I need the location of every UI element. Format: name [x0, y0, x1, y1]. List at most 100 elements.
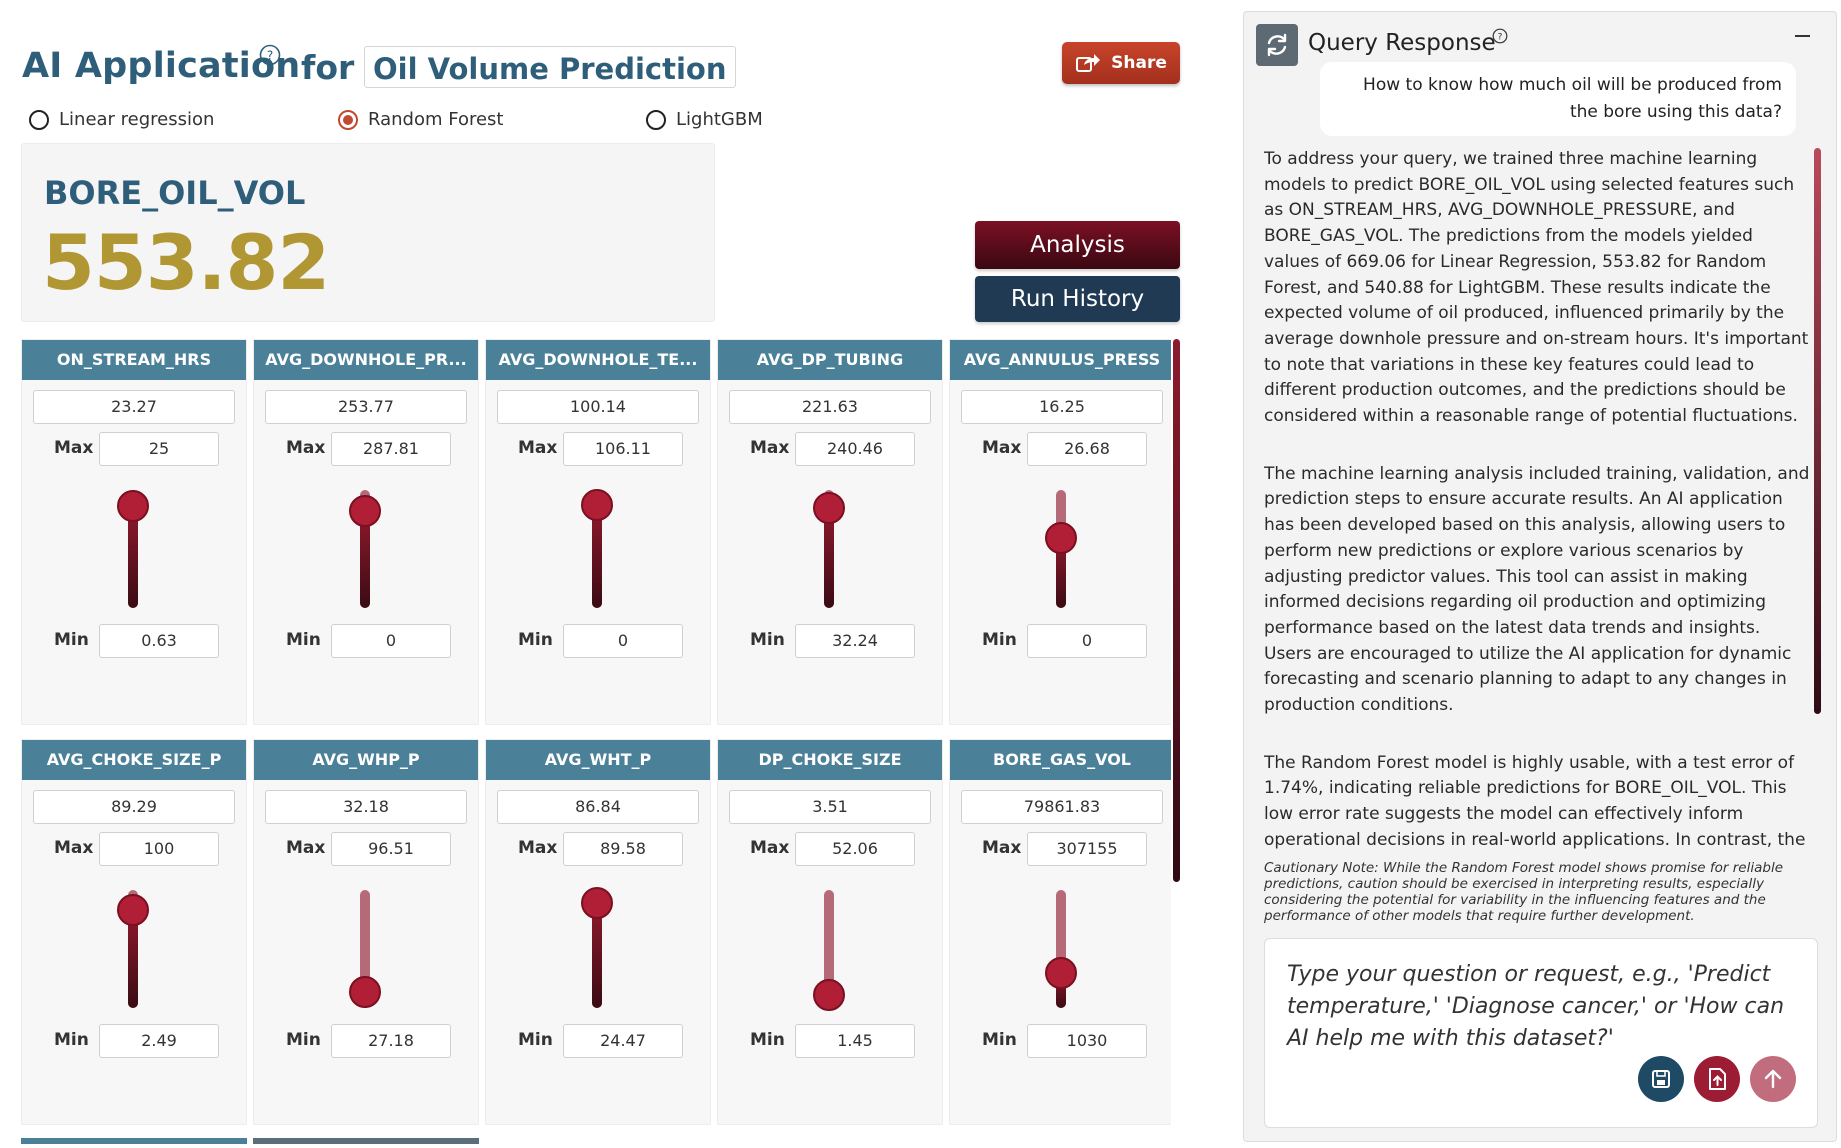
min-value-input[interactable]: 27.18: [331, 1024, 451, 1058]
feature-slider-track[interactable]: [1056, 890, 1066, 1008]
feature-name: AVG_DOWNHOLE_PR...: [254, 340, 478, 380]
feature-name: DP_CHOKE_SIZE: [718, 740, 942, 780]
info-icon[interactable]: ?: [1492, 28, 1508, 44]
feature-value-input[interactable]: 221.63: [729, 390, 931, 424]
feature-card: AVG_DP_TUBING 221.63 Max 240.46 Min 32.24: [717, 339, 943, 725]
feature-card: AVG_DOWNHOLE_TE... 100.14 Max 106.11 Min 0: [485, 339, 711, 725]
share-button[interactable]: Share: [1062, 42, 1180, 84]
feature-value-input[interactable]: 253.77: [265, 390, 467, 424]
prediction-target-label: BORE_OIL_VOL: [44, 174, 306, 212]
min-label: Min: [54, 1030, 89, 1050]
feature-value-input[interactable]: 16.25: [961, 390, 1163, 424]
feature-card: AVG_DOWNHOLE_PR... 253.77 Max 287.81 Min 0: [253, 339, 479, 725]
model-radio-linear-regression[interactable]: Linear regression: [29, 109, 214, 130]
max-label: Max: [750, 438, 790, 458]
save-button[interactable]: [1638, 1056, 1684, 1102]
model-radio-lightgbm[interactable]: LightGBM: [646, 109, 763, 130]
feature-slider-handle[interactable]: [117, 490, 149, 522]
feature-slider-handle[interactable]: [581, 489, 613, 521]
info-icon[interactable]: ?: [259, 44, 281, 66]
model-label: Random Forest: [368, 109, 504, 130]
feature-value-input[interactable]: 89.29: [33, 790, 235, 824]
app-name-field[interactable]: Oil Volume Prediction: [364, 46, 736, 88]
feature-card: AVG_WHP_P 32.18 Max 96.51 Min 27.18: [253, 739, 479, 1125]
min-value-input[interactable]: 0: [331, 624, 451, 658]
min-value-input[interactable]: 24.47: [563, 1024, 683, 1058]
run-history-button[interactable]: Run History: [975, 276, 1180, 322]
min-value-input[interactable]: 32.24: [795, 624, 915, 658]
min-label: Min: [518, 630, 553, 650]
feature-name: AVG_DP_TUBING: [718, 340, 942, 380]
feature-value-input[interactable]: 79861.83: [961, 790, 1163, 824]
min-label: Min: [982, 630, 1017, 650]
feature-slider-handle[interactable]: [349, 495, 381, 527]
feature-slider-handle[interactable]: [581, 887, 613, 919]
max-value-input[interactable]: 106.11: [563, 432, 683, 466]
response-scrollbar[interactable]: [1814, 148, 1821, 714]
max-label: Max: [982, 838, 1022, 858]
query-input[interactable]: Type your question or request, e.g., 'Pr…: [1264, 938, 1818, 1128]
query-response-panel: Query Response ? How to know how much oi…: [1243, 11, 1837, 1142]
feature-slider-handle[interactable]: [1045, 522, 1077, 554]
feature-value-input[interactable]: 32.18: [265, 790, 467, 824]
min-value-input[interactable]: 0.63: [99, 624, 219, 658]
file-upload-icon: [1709, 1068, 1726, 1090]
min-value-input[interactable]: 0: [1027, 624, 1147, 658]
max-label: Max: [54, 438, 94, 458]
minimize-button[interactable]: [1792, 25, 1814, 47]
feature-value-input[interactable]: 23.27: [33, 390, 235, 424]
for-label: for: [301, 48, 355, 87]
feature-slider-handle[interactable]: [117, 894, 149, 926]
min-value-input[interactable]: 0: [563, 624, 683, 658]
max-label: Max: [286, 438, 326, 458]
prediction-value: 553.82: [42, 218, 330, 307]
feature-value-input[interactable]: 100.14: [497, 390, 699, 424]
feature-slider-handle[interactable]: [349, 976, 381, 1008]
model-radio-random-forest[interactable]: Random Forest: [338, 109, 503, 130]
svg-text:?: ?: [1498, 33, 1503, 43]
feature-slider-handle[interactable]: [1045, 957, 1077, 989]
max-value-input[interactable]: 25: [99, 432, 219, 466]
feature-name: AVG_CHOKE_SIZE_P: [22, 740, 246, 780]
response-text: To address your query, we trained three …: [1264, 147, 1812, 859]
feature-name: AVG_WHP_P: [254, 740, 478, 780]
feature-grid-scrollbar[interactable]: [1173, 339, 1180, 882]
feature-slider-handle[interactable]: [813, 492, 845, 524]
feature-value-input[interactable]: 86.84: [497, 790, 699, 824]
max-value-input[interactable]: 26.68: [1027, 432, 1147, 466]
feature-name: AVG_ANNULUS_PRESS: [950, 340, 1171, 380]
max-value-input[interactable]: 52.06: [795, 832, 915, 866]
feature-slider-handle[interactable]: [813, 979, 845, 1011]
cautionary-note: Cautionary Note: While the Random Forest…: [1264, 860, 1784, 924]
min-label: Min: [750, 1030, 785, 1050]
upload-file-button[interactable]: [1694, 1056, 1740, 1102]
feature-value-input[interactable]: 3.51: [729, 790, 931, 824]
max-value-input[interactable]: 240.46: [795, 432, 915, 466]
share-icon: [1076, 54, 1101, 72]
max-value-input[interactable]: 287.81: [331, 432, 451, 466]
arrow-up-icon: [1764, 1069, 1782, 1089]
refresh-icon[interactable]: [1256, 24, 1298, 66]
user-question-bubble: How to know how much oil will be produce…: [1320, 62, 1796, 136]
max-value-input[interactable]: 96.51: [331, 832, 451, 866]
max-value-input[interactable]: 307155: [1027, 832, 1147, 866]
send-button[interactable]: [1750, 1056, 1796, 1102]
feature-card: ON_STREAM_HRS 23.27 Max 25 Min 0.63: [21, 339, 247, 725]
max-value-input[interactable]: 89.58: [563, 832, 683, 866]
feature-card: AVG_ANNULUS_PRESS 16.25 Max 26.68 Min 0: [949, 339, 1171, 725]
min-value-input[interactable]: 2.49: [99, 1024, 219, 1058]
query-input-placeholder: Type your question or request, e.g., 'Pr…: [1287, 962, 1785, 1051]
analysis-button[interactable]: Analysis: [975, 221, 1180, 269]
max-value-input[interactable]: 100: [99, 832, 219, 866]
min-label: Min: [54, 630, 89, 650]
min-value-input[interactable]: 1030: [1027, 1024, 1147, 1058]
feature-grid: ON_STREAM_HRS 23.27 Max 25 Min 0.63 AVG_DOWNHO…: [21, 339, 1171, 1139]
min-value-input[interactable]: 1.45: [795, 1024, 915, 1058]
next-card-header: [21, 1138, 247, 1144]
panel-title: Query Response: [1308, 30, 1496, 56]
max-label: Max: [286, 838, 326, 858]
feature-name: AVG_DOWNHOLE_TE...: [486, 340, 710, 380]
response-paragraph: The Random Forest model is highly usable…: [1264, 752, 1806, 850]
feature-name: BORE_GAS_VOL: [950, 740, 1171, 780]
min-label: Min: [518, 1030, 553, 1050]
